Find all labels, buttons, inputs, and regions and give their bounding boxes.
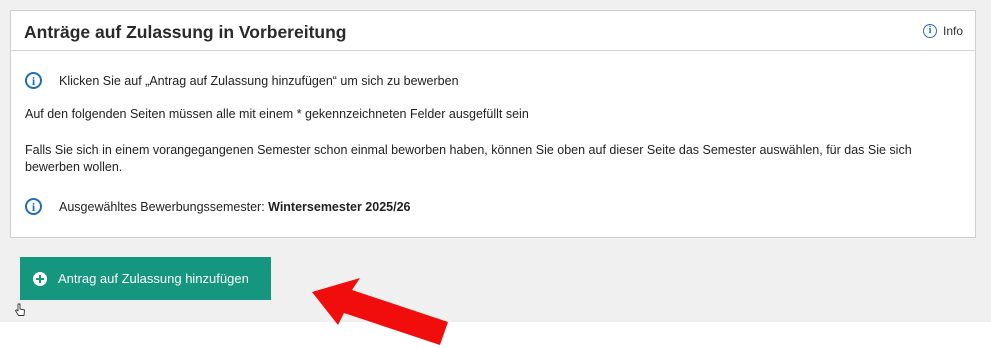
instruction-text: Klicken Sie auf „Antrag auf Zulassung hi… [59,73,459,88]
instruction-row: i Klicken Sie auf „Antrag auf Zulassung … [25,72,459,89]
red-arrow-icon [312,278,448,345]
selected-semester-value: Wintersemester 2025/26 [268,199,411,214]
add-application-button[interactable]: Antrag auf Zulassung hinzufügen [20,257,271,300]
info-label: Info [942,24,963,38]
previous-semester-note: Falls Sie sich in einem vorangegangenen … [25,143,912,174]
plus-circle-icon [33,271,47,286]
selected-semester-text: Ausgewähltes Bewerbungssemester: Winters… [59,200,410,214]
panel-title: Anträge auf Zulassung in Vorbereitung [24,22,347,42]
info-icon: i [922,24,937,38]
info-icon: i [25,198,42,215]
panel-header: Anträge auf Zulassung in Vorbereitung i … [11,11,975,51]
info-link[interactable]: i Info [922,24,963,38]
selected-semester-row: i Ausgewähltes Bewerbungssemester: Winte… [25,198,410,215]
info-icon: i [25,72,42,89]
selected-semester-label: Ausgewähltes Bewerbungssemester: [59,199,269,214]
add-application-label: Antrag auf Zulassung hinzufügen [58,271,249,286]
applications-panel: Anträge auf Zulassung in Vorbereitung i … [10,10,976,238]
required-fields-note: Auf den folgenden Seiten müssen alle mit… [25,107,529,121]
hand-pointer-icon [15,303,25,316]
